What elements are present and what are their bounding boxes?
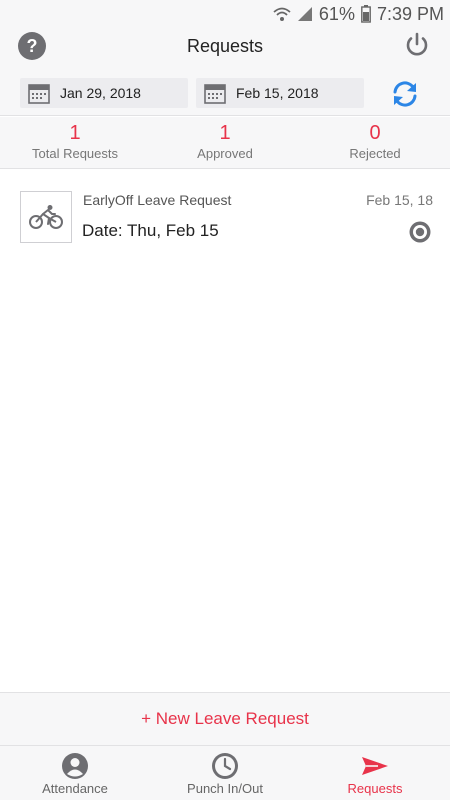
tab-punch-in-out-label: Punch In/Out [187,781,263,796]
person-icon [62,753,88,779]
stat-approved: 1 Approved [150,121,300,163]
stat-total-requests: 1 Total Requests [0,121,150,163]
new-request-bar: + New Leave Request [0,692,450,746]
signal-icon [297,6,313,22]
request-stats: 1 Total Requests 1 Approved 0 Rejected [0,117,450,169]
status-pending-icon [408,220,432,244]
date-range-bar: Jan 29, 2018 Feb 15, 2018 [0,68,450,116]
tab-attendance[interactable]: Attendance [0,746,150,800]
battery-percent: 61% [318,3,355,24]
tab-requests-label: Requests [347,781,403,796]
clock-icon [212,753,238,779]
tab-punch-in-out[interactable]: Punch In/Out [150,746,300,800]
bottom-tab-bar: Attendance Punch In/Out Requests [0,746,450,800]
stat-rejected: 0 Rejected [300,121,450,163]
status-bar: 61% 7:39 PM [0,0,450,28]
approved-label: Approved [197,146,253,161]
tab-attendance-label: Attendance [42,781,108,796]
calendar-icon [28,84,50,104]
request-date: Feb 15, 18 [366,192,433,208]
rejected-count: 0 [369,122,381,144]
request-list-item[interactable]: EarlyOff Leave Request Feb 15, 18 Date: … [0,180,450,260]
total-requests-label: Total Requests [32,146,118,161]
tab-requests[interactable]: Requests [300,746,450,800]
wifi-icon [273,6,291,22]
total-requests-count: 1 [69,122,81,144]
bicycle-icon [20,191,72,243]
send-icon [362,757,388,775]
approved-count: 1 [219,122,231,144]
request-type: EarlyOff Leave Request [83,192,232,208]
app-header: ? Requests [0,28,450,68]
to-date-picker[interactable]: Feb 15, 2018 [196,78,364,108]
request-detail: Date: Thu, Feb 15 [82,221,219,240]
power-icon[interactable] [402,30,432,60]
rejected-label: Rejected [349,146,401,161]
new-leave-request-button[interactable]: + New Leave Request [141,709,309,729]
battery-icon [361,5,371,23]
refresh-icon[interactable] [389,79,421,109]
clock-time: 7:39 PM [376,3,444,24]
from-date-value: Jan 29, 2018 [60,85,141,101]
calendar-icon [204,84,226,104]
page-title: Requests [186,36,264,56]
from-date-picker[interactable]: Jan 29, 2018 [20,78,188,108]
to-date-value: Feb 15, 2018 [236,85,319,101]
